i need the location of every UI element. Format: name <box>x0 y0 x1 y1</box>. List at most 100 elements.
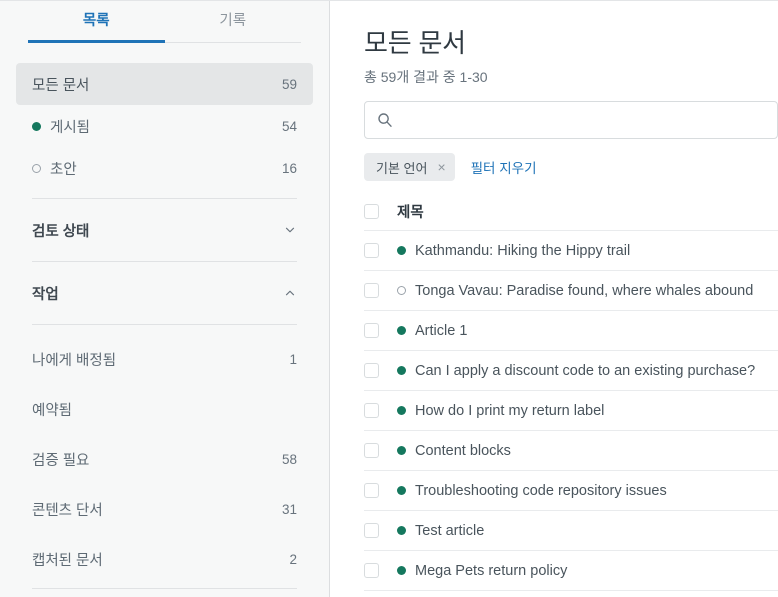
document-title-link[interactable]: Troubleshooting code repository issues <box>415 483 667 499</box>
published-dot-icon <box>397 326 406 335</box>
document-title-link[interactable]: Tonga Vavau: Paradise found, where whale… <box>415 283 753 299</box>
sidebar-item-label: 나에게 배정됨 <box>32 352 117 369</box>
published-dot-icon <box>397 526 406 535</box>
row-title-cell: Tonga Vavau: Paradise found, where whale… <box>397 283 753 299</box>
row-checkbox[interactable] <box>364 523 379 538</box>
draft-circle-icon <box>397 286 406 295</box>
sidebar-item-label: 초안 <box>50 161 77 178</box>
sidebar-item-count: 54 <box>281 118 297 134</box>
clear-filters-link[interactable]: 필터 지우기 <box>471 157 537 177</box>
sidebar-tabs: 목록 기록 <box>28 1 301 43</box>
filter-chip-default-language[interactable]: 기본 언어 × <box>364 153 455 181</box>
table-header-row: 제목 <box>364 193 778 231</box>
sidebar-item-label: 예약됨 <box>32 402 73 419</box>
sidebar-item-count: 16 <box>281 160 297 176</box>
chevron-down-icon <box>283 223 297 237</box>
table-row[interactable]: Content blocks <box>364 431 778 471</box>
row-title-cell: Troubleshooting code repository issues <box>397 483 667 499</box>
sidebar-item-count: 2 <box>289 551 297 567</box>
sidebar-tab-list[interactable]: 목록 <box>28 1 165 43</box>
sidebar-item-needs-verification[interactable]: 검증 필요 58 <box>16 434 313 484</box>
sidebar-item-label: 캡처된 문서 <box>32 552 103 569</box>
draft-circle-icon <box>32 163 41 173</box>
published-dot-icon <box>397 486 406 495</box>
sidebar-section-tasks[interactable]: 작업 <box>16 271 313 315</box>
sidebar-item-scheduled[interactable]: 예약됨 <box>16 384 313 434</box>
sidebar-divider <box>32 324 297 325</box>
row-title-cell: Content blocks <box>397 443 511 459</box>
table-row[interactable]: How do I print my return label <box>364 391 778 431</box>
filter-bar: 기본 언어 × 필터 지우기 <box>364 153 778 181</box>
page-title: 모든 문서 <box>364 28 466 58</box>
table-row[interactable]: Kathmandu: Hiking the Hippy trail <box>364 231 778 271</box>
document-title-link[interactable]: Mega Pets return policy <box>415 563 567 579</box>
table-row[interactable]: Troubleshooting code repository issues <box>364 471 778 511</box>
table-row[interactable]: Mega Pets return policy <box>364 551 778 591</box>
published-dot-icon <box>397 246 406 255</box>
table-row[interactable]: Article 1 <box>364 311 778 351</box>
close-icon[interactable]: × <box>437 160 445 174</box>
row-title-cell: Article 1 <box>397 323 467 339</box>
sidebar-divider <box>32 198 297 199</box>
document-title-link[interactable]: How do I print my return label <box>415 403 604 419</box>
sidebar-item-label: 콘텐츠 단서 <box>32 502 103 519</box>
search-icon <box>377 112 393 128</box>
sidebar-item-assigned-to-me[interactable]: 나에게 배정됨 1 <box>16 334 313 384</box>
row-title-cell: Test article <box>397 523 484 539</box>
document-title-link[interactable]: Test article <box>415 523 484 539</box>
search-box[interactable] <box>364 101 778 139</box>
row-checkbox[interactable] <box>364 363 379 378</box>
sidebar-item-count: 1 <box>289 351 297 367</box>
row-checkbox[interactable] <box>364 243 379 258</box>
document-title-link[interactable]: Article 1 <box>415 323 467 339</box>
sidebar-section-review-status[interactable]: 검토 상태 <box>16 208 313 252</box>
row-title-cell: Can I apply a discount code to an existi… <box>397 363 755 379</box>
published-dot-icon <box>32 121 41 131</box>
table-row[interactable]: Test article <box>364 511 778 551</box>
row-title-cell: Kathmandu: Hiking the Hippy trail <box>397 243 630 259</box>
sidebar-bottom-divider <box>32 588 297 589</box>
sidebar-tab-history[interactable]: 기록 <box>165 1 302 42</box>
sidebar-item-drafts[interactable]: 초안 16 <box>16 147 313 189</box>
table-row[interactable]: Can I apply a discount code to an existi… <box>364 351 778 391</box>
chevron-up-icon <box>283 286 297 300</box>
row-checkbox[interactable] <box>364 283 379 298</box>
published-dot-icon <box>397 366 406 375</box>
row-checkbox[interactable] <box>364 323 379 338</box>
row-checkbox[interactable] <box>364 443 379 458</box>
sidebar-nav: 모든 문서 59 게시됨 54 초안 16 검토 상태작업나에게 배정됨 1 예약됨검증 필요 5… <box>0 43 329 584</box>
row-title-cell: Mega Pets return policy <box>397 563 567 579</box>
row-checkbox[interactable] <box>364 563 379 578</box>
row-checkbox[interactable] <box>364 483 379 498</box>
select-all-checkbox[interactable] <box>364 204 379 219</box>
main-content: 모든 문서 총 59개 결과 중 1-30 기본 언어 × 필터 지우기 제목 <box>330 1 778 597</box>
search-input[interactable] <box>403 112 765 128</box>
sidebar-item-count: 58 <box>281 451 297 467</box>
sidebar-item-captured-documents[interactable]: 캡처된 문서 2 <box>16 534 313 584</box>
document-title-link[interactable]: Kathmandu: Hiking the Hippy trail <box>415 243 630 259</box>
published-dot-icon <box>397 566 406 575</box>
table-row[interactable]: Tonga Vavau: Paradise found, where whale… <box>364 271 778 311</box>
result-summary: 총 59개 결과 중 1-30 <box>364 69 488 85</box>
table-body: Kathmandu: Hiking the Hippy trail Tonga V… <box>364 231 778 591</box>
sidebar-item-label: 검증 필요 <box>32 452 90 469</box>
sidebar-item-count: 31 <box>281 501 297 517</box>
filter-chip-label: 기본 언어 <box>376 160 428 176</box>
row-checkbox[interactable] <box>364 403 379 418</box>
column-header-title: 제목 <box>397 205 424 221</box>
documents-table: 제목 Kathmandu: Hiking the Hippy trail Tong… <box>364 193 778 591</box>
sidebar-section-label: 작업 <box>32 286 59 303</box>
sidebar-item-label: 게시됨 <box>50 119 91 136</box>
sidebar: 목록 기록 모든 문서 59 게시됨 54 초안 16 검토 상태작업나에게 배정됨 1 예약됨검… <box>0 1 330 597</box>
sidebar-item-label: 모든 문서 <box>32 77 90 94</box>
published-dot-icon <box>397 406 406 415</box>
sidebar-item-published[interactable]: 게시됨 54 <box>16 105 313 147</box>
document-title-link[interactable]: Can I apply a discount code to an existi… <box>415 363 755 379</box>
sidebar-section-label: 검토 상태 <box>32 223 90 240</box>
published-dot-icon <box>397 446 406 455</box>
sidebar-item-all-documents[interactable]: 모든 문서 59 <box>16 63 313 105</box>
document-title-link[interactable]: Content blocks <box>415 443 511 459</box>
sidebar-item-content-cues[interactable]: 콘텐츠 단서 31 <box>16 484 313 534</box>
sidebar-item-count: 59 <box>281 76 297 92</box>
sidebar-divider <box>32 261 297 262</box>
